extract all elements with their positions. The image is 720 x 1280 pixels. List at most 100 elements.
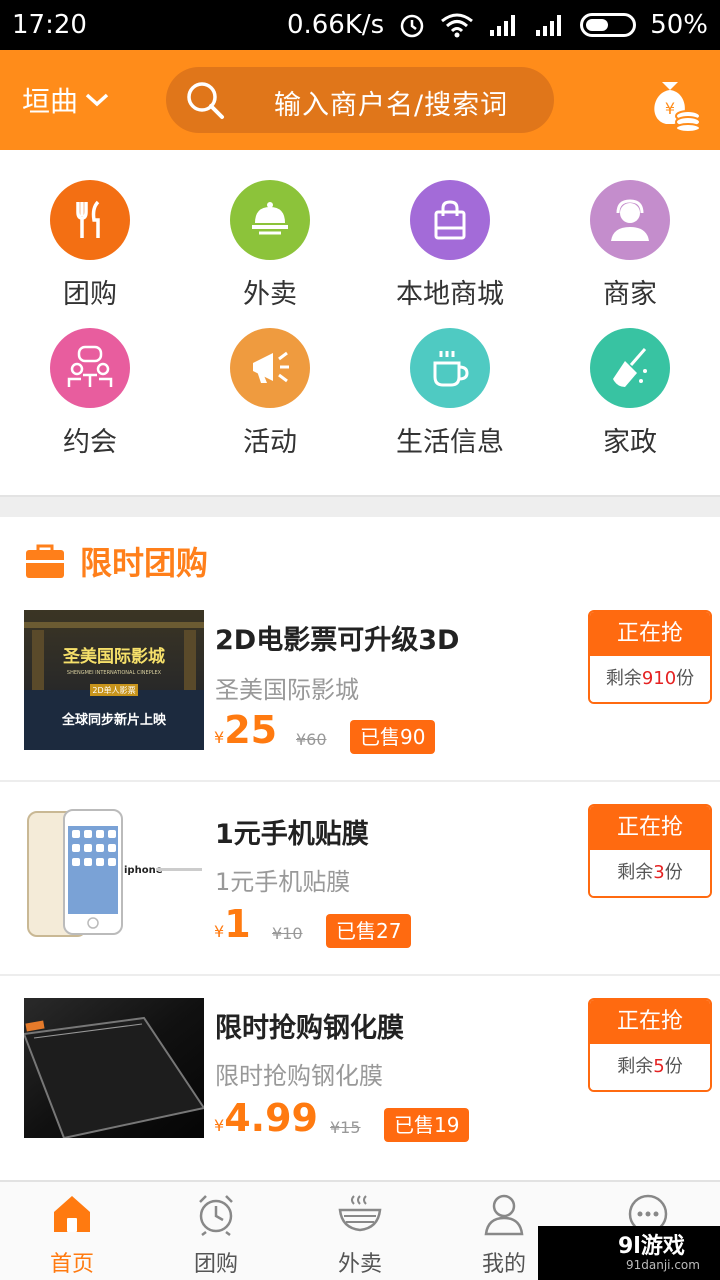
grab-label: 正在抢 <box>590 1000 710 1044</box>
thumb-badge: 2D单人影票 <box>92 685 135 695</box>
city-selector[interactable]: 垣曲 <box>22 80 110 120</box>
deal-thumbnail <box>24 998 204 1138</box>
broom-icon <box>590 328 670 408</box>
bowl-icon <box>338 1195 382 1232</box>
net-speed: 0.66K/s <box>286 10 385 40</box>
category-label: 外卖 <box>243 279 297 310</box>
search-placeholder: 输入商户名/搜索词 <box>274 90 509 121</box>
deal-subtitle: 限时抢购钢化膜 <box>215 1062 383 1090</box>
city-label: 垣曲 <box>22 85 79 118</box>
deal-price: ¥25 <box>214 708 277 752</box>
search-box[interactable]: 输入商户名/搜索词 <box>166 67 554 133</box>
category-label: 本地商城 <box>396 279 504 310</box>
category-label: 生活信息 <box>396 427 504 458</box>
currency-symbol: ¥ <box>214 1116 225 1135</box>
category-label: 商家 <box>603 279 657 310</box>
category-label: 团购 <box>63 279 117 310</box>
search-icon <box>187 82 224 119</box>
category-label: 约会 <box>63 427 117 458</box>
deal-price: ¥1 <box>214 902 251 946</box>
deal-title: 2D电影票可升级3D <box>215 625 460 656</box>
grab-button[interactable]: 正在抢 剩余3份 <box>588 804 712 898</box>
nav-label: 外卖 <box>337 1252 382 1277</box>
category-local-mall[interactable]: 本地商城 <box>360 180 540 311</box>
section-title: 限时团购 <box>80 544 209 582</box>
signal-icon-2 <box>536 15 562 36</box>
alarm-icon <box>400 14 424 38</box>
battery-percent: 50% <box>650 10 708 40</box>
svg-text:¥: ¥ <box>665 99 675 118</box>
thumb-slogan: 全球同步新片上映 <box>61 712 167 728</box>
chevron-down-icon <box>85 93 109 107</box>
home-icon <box>54 1196 90 1232</box>
category-merchant[interactable]: 商家 <box>540 180 720 311</box>
currency-symbol: ¥ <box>214 922 225 941</box>
deal-original-price: ¥10 <box>272 924 303 943</box>
price-value: 4.99 <box>224 1096 318 1140</box>
remaining-count: 剩余3份 <box>590 850 710 896</box>
category-life-info[interactable]: 生活信息 <box>360 328 540 459</box>
deal-original-price: ¥15 <box>330 1118 361 1137</box>
remaining-count: 剩余5份 <box>590 1044 710 1090</box>
thumb-cinema-name: 圣美国际影城 <box>63 646 165 667</box>
category-grid: 团购 外卖 本地商城 商家 约会 活动 生活信息 家政 <box>0 150 720 495</box>
signal-icon-1 <box>490 15 516 36</box>
deal-subtitle: 1元手机贴膜 <box>215 868 351 896</box>
thumb-cinema-en: SHENGMEI INTERNATIONAL CINEPLEX <box>67 670 162 676</box>
coffee-cup-icon <box>410 328 490 408</box>
category-tuangou[interactable]: 团购 <box>0 180 180 311</box>
deal-sold-badge: 已售19 <box>384 1108 470 1142</box>
status-bar: 17:20 0.66K/s 50% <box>0 0 720 50</box>
currency-symbol: ¥ <box>214 728 225 747</box>
wifi-icon <box>441 13 474 38</box>
deal-item[interactable]: 限时抢购钢化膜 限时抢购钢化膜 ¥4.99 ¥15 已售19 正在抢 剩余5份 <box>0 976 720 1170</box>
nav-label: 首页 <box>49 1252 94 1277</box>
category-housekeeping[interactable]: 家政 <box>540 328 720 459</box>
section-divider <box>0 495 720 517</box>
food-dome-icon <box>230 180 310 260</box>
deal-sold-badge: 已售27 <box>326 914 412 948</box>
user-icon <box>484 1194 524 1236</box>
watermark-brand: 9l游戏 <box>618 1234 685 1259</box>
deal-item[interactable]: iphone 1元手机贴膜 1元手机贴膜 ¥1 ¥10 已售27 正在抢 剩余3… <box>0 782 720 976</box>
deal-title: 限时抢购钢化膜 <box>215 1013 404 1044</box>
nav-home[interactable]: 首页 <box>0 1192 144 1278</box>
deal-thumbnail: 圣美国际影城 SHENGMEI INTERNATIONAL CINEPLEX 2… <box>24 610 204 750</box>
shopping-bag-icon <box>410 180 490 260</box>
watermark-site: 91danji.com <box>626 1258 700 1272</box>
grab-button[interactable]: 正在抢 剩余5份 <box>588 998 712 1092</box>
category-dating[interactable]: 约会 <box>0 328 180 459</box>
deal-title: 1元手机贴膜 <box>215 819 369 850</box>
nav-tuangou[interactable]: 团购 <box>144 1192 288 1278</box>
status-time: 17:20 <box>12 10 87 40</box>
deal-sold-badge: 已售90 <box>350 720 436 754</box>
date-icon <box>50 328 130 408</box>
deal-price: ¥4.99 <box>214 1096 318 1140</box>
app-header: 垣曲 输入商户名/搜索词 ¥ <box>0 50 720 150</box>
watermark-logo: 9l游戏 91danji.com <box>538 1226 720 1280</box>
category-label: 家政 <box>603 427 657 458</box>
merchant-icon <box>590 180 670 260</box>
nav-label: 团购 <box>193 1252 238 1277</box>
deal-subtitle: 圣美国际影城 <box>215 676 359 704</box>
deal-item[interactable]: 圣美国际影城 SHENGMEI INTERNATIONAL CINEPLEX 2… <box>0 588 720 782</box>
fork-knife-icon <box>50 180 130 260</box>
deal-original-price: ¥60 <box>296 730 327 749</box>
remaining-count: 剩余910份 <box>590 656 710 702</box>
grab-button[interactable]: 正在抢 剩余910份 <box>588 610 712 704</box>
briefcase-icon <box>26 544 64 578</box>
category-waimai[interactable]: 外卖 <box>180 180 360 311</box>
money-bag-icon[interactable]: ¥ <box>640 68 704 132</box>
grab-label: 正在抢 <box>590 612 710 656</box>
deal-thumbnail: iphone <box>24 804 204 944</box>
alarm-clock-icon <box>199 1195 233 1236</box>
nav-waimai[interactable]: 外卖 <box>288 1192 432 1278</box>
category-activity[interactable]: 活动 <box>180 328 360 459</box>
flash-sale-header: 限时团购 <box>24 538 208 584</box>
category-label: 活动 <box>243 427 297 458</box>
battery-icon <box>580 13 637 37</box>
price-value: 25 <box>224 708 278 752</box>
grab-label: 正在抢 <box>590 806 710 850</box>
megaphone-icon <box>230 328 310 408</box>
price-value: 1 <box>224 902 251 946</box>
